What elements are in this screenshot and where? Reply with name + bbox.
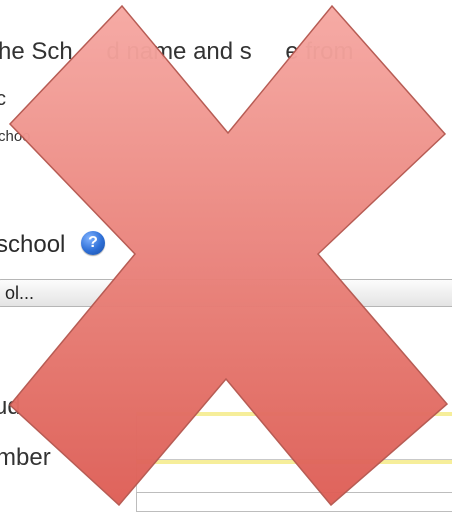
x-shape bbox=[8, 4, 449, 506]
red-x-icon bbox=[8, 4, 449, 506]
